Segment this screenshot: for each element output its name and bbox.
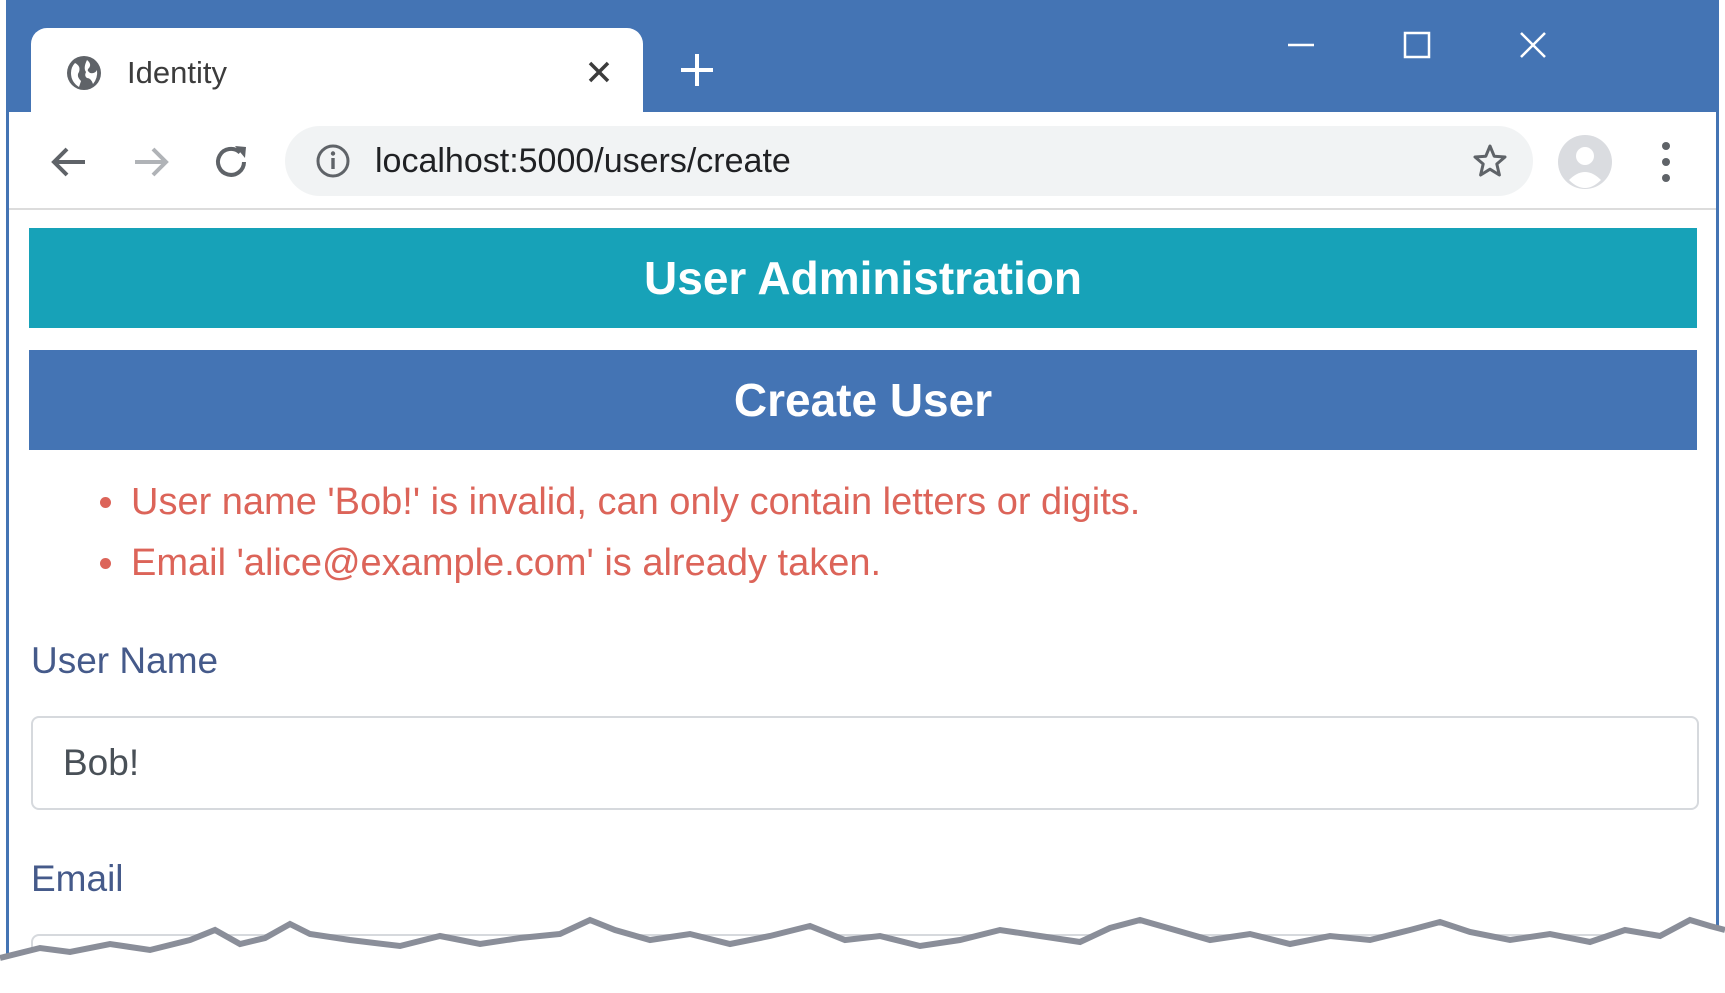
email-label: Email [31,858,124,899]
globe-icon [67,56,101,90]
torn-edge-decoration [0,916,1725,993]
close-window-button[interactable] [1503,20,1563,70]
profile-avatar-icon[interactable] [1557,134,1613,190]
more-menu-icon[interactable] [1659,140,1673,184]
page-content: User Administration Create User User nam… [9,210,1716,970]
url-text: localhost:5000/users/create [375,142,791,180]
username-label: User Name [31,640,219,681]
forward-arrow-icon[interactable] [127,138,175,186]
address-bar[interactable]: localhost:5000/users/create [285,126,1533,196]
tab-title: Identity [127,55,227,90]
page-header: User Administration [29,228,1697,328]
title-bar: Identity [9,0,1716,114]
reload-icon[interactable] [207,138,255,186]
section-title: Create User [29,350,1697,450]
browser-tab[interactable]: Identity [31,28,643,114]
info-icon[interactable] [315,143,351,179]
validation-summary: User name 'Bob!' is invalid, can only co… [73,472,1140,594]
maximize-button[interactable] [1387,20,1447,70]
tab-close-icon[interactable] [579,52,619,92]
minimize-button[interactable] [1271,20,1331,70]
username-input[interactable]: Bob! [31,716,1699,810]
browser-window: Identity localhost:5000/users/create Use… [6,0,1719,970]
back-arrow-icon[interactable] [45,138,93,186]
bookmark-star-icon[interactable] [1471,142,1509,180]
new-tab-button[interactable] [673,46,721,94]
browser-toolbar: localhost:5000/users/create [9,112,1716,210]
validation-error: User name 'Bob!' is invalid, can only co… [129,472,1140,533]
validation-error: Email 'alice@example.com' is already tak… [129,533,1140,594]
